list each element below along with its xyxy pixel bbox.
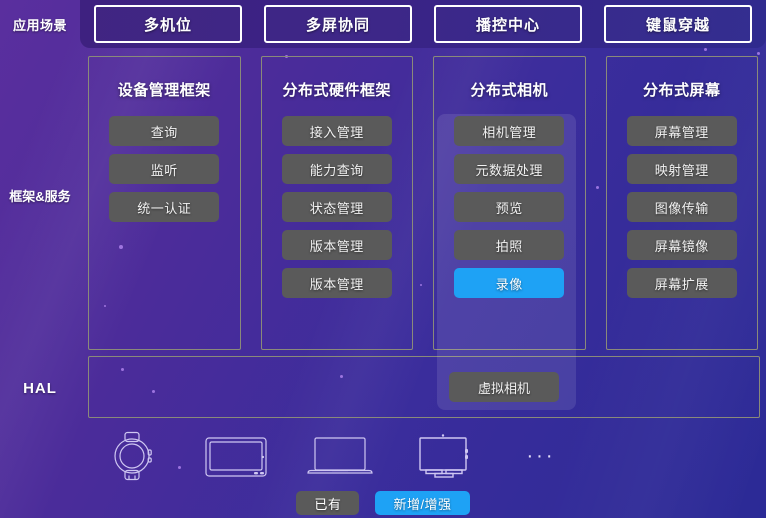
column-title: 分布式硬件框架	[282, 82, 391, 99]
column-item-list: 屏幕管理 映射管理 图像传输 屏幕镜像 屏幕扩展	[626, 116, 737, 298]
device-more-ellipsis: ···	[526, 445, 556, 467]
tv-icon	[392, 431, 496, 481]
sparkle-dot	[704, 48, 707, 51]
item-unified-auth[interactable]: 统一认证	[109, 192, 220, 222]
item-image-transfer[interactable]: 图像传输	[626, 192, 737, 222]
column-title: 分布式屏幕	[642, 82, 721, 99]
column-item-list: 查询 监听 统一认证	[109, 116, 220, 222]
item-virtual-camera[interactable]: 虚拟相机	[449, 372, 559, 402]
item-screen-management[interactable]: 屏幕管理	[626, 116, 737, 146]
scenario-card-multi-camera[interactable]: 多机位	[94, 5, 242, 43]
scenario-card-keyboard-mouse[interactable]: 键鼠穿越	[604, 5, 752, 43]
item-query[interactable]: 查询	[109, 116, 220, 146]
item-metadata-processing[interactable]: 元数据处理	[454, 154, 565, 184]
item-screen-mirroring[interactable]: 屏幕镜像	[626, 230, 737, 260]
item-status-management[interactable]: 状态管理	[281, 192, 392, 222]
column-title: 分布式相机	[470, 82, 548, 99]
legend-item-new: 新增/增强	[375, 491, 470, 515]
item-version-management-1[interactable]: 版本管理	[281, 230, 392, 260]
item-preview[interactable]: 预览	[454, 192, 565, 222]
item-camera-management[interactable]: 相机管理	[454, 116, 565, 146]
item-listen[interactable]: 监听	[109, 154, 220, 184]
item-video-recording[interactable]: 录像	[454, 268, 565, 298]
scenario-card-list: 多机位 多屏协同 播控中心 键鼠穿越	[80, 5, 766, 43]
scenario-card-multi-screen[interactable]: 多屏协同	[264, 5, 412, 43]
scenario-row-label: 应用场景	[12, 17, 67, 33]
column-device-management: 设备管理框架 查询 监听 统一认证	[88, 56, 241, 350]
hal-row-panel	[88, 356, 760, 418]
legend-item-existing: 已有	[296, 491, 360, 515]
laptop-icon	[288, 432, 392, 480]
column-title: 设备管理框架	[117, 82, 211, 99]
column-item-list: 接入管理 能力查询 状态管理 版本管理 版本管理	[281, 116, 392, 298]
item-screen-extension[interactable]: 屏幕扩展	[626, 268, 737, 298]
column-item-list: 相机管理 元数据处理 预览 拍照 录像	[454, 116, 565, 298]
tablet-icon	[184, 432, 288, 480]
column-distributed-hardware: 分布式硬件框架 接入管理 能力查询 状态管理 版本管理 版本管理	[260, 56, 413, 350]
column-distributed-camera: 分布式相机 相机管理 元数据处理 预览 拍照 录像	[433, 56, 586, 350]
item-version-management-2[interactable]: 版本管理	[281, 268, 392, 298]
scenario-row: 应用场景 多机位 多屏协同 播控中心 键鼠穿越	[0, 0, 766, 48]
legend: 已有 新增/增强	[0, 488, 766, 518]
item-access-management[interactable]: 接入管理	[281, 116, 392, 146]
item-mapping-management[interactable]: 映射管理	[626, 154, 737, 184]
framework-columns: 设备管理框架 查询 监听 统一认证 分布式硬件框架 接入管理 能力查询 状态管理…	[88, 56, 758, 350]
framework-row-label: 框架&服务	[9, 189, 71, 204]
sparkle-dot	[757, 52, 760, 55]
item-photo-capture[interactable]: 拍照	[454, 230, 565, 260]
diagram-canvas: 应用场景 多机位 多屏协同 播控中心 键鼠穿越 框架&服务 HAL 设备管理框架…	[0, 0, 766, 518]
device-strip: ···	[80, 428, 766, 484]
smartwatch-icon	[80, 431, 184, 481]
column-distributed-screen: 分布式屏幕 屏幕管理 映射管理 图像传输 屏幕镜像 屏幕扩展	[605, 56, 758, 350]
item-capability-query[interactable]: 能力查询	[281, 154, 392, 184]
hal-row-label: HAL	[23, 380, 57, 397]
scenario-card-broadcast-center[interactable]: 播控中心	[434, 5, 582, 43]
